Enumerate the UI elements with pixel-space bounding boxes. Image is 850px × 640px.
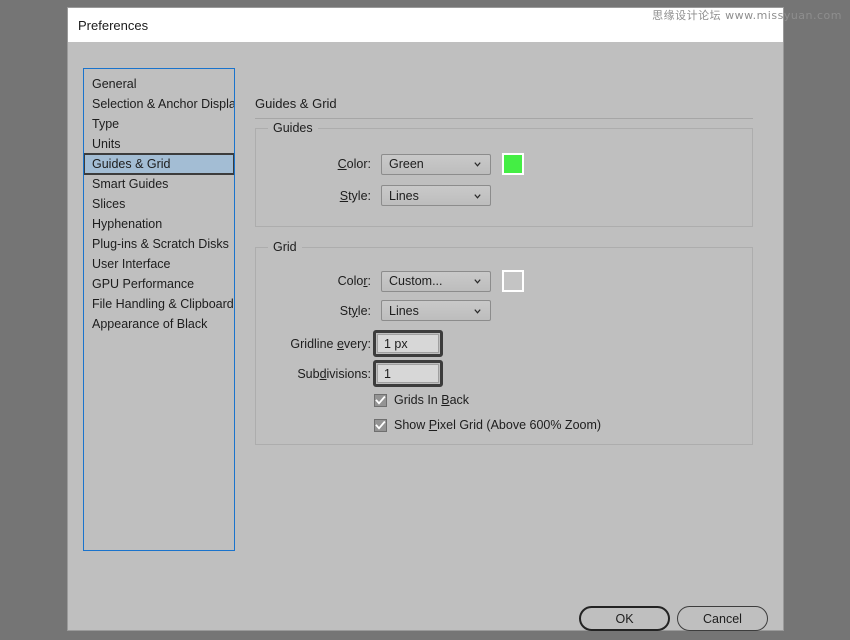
gridline-every-row: Gridline every: 1 px (265, 330, 443, 357)
guides-color-label: Color: (279, 157, 371, 171)
sidebar-item-general[interactable]: General (84, 74, 234, 94)
check-icon (375, 420, 386, 431)
site-watermark: 思缘设计论坛 www.missyuan.com (652, 7, 842, 23)
guides-style-value: Lines (389, 189, 419, 203)
chevron-down-icon (473, 306, 482, 315)
show-pixel-grid-label: Show Pixel Grid (Above 600% Zoom) (394, 418, 601, 432)
guides-color-swatch[interactable] (502, 153, 524, 175)
subdivisions-input[interactable]: 1 (377, 364, 439, 383)
sidebar-item-gpu-performance[interactable]: GPU Performance (84, 274, 234, 294)
guides-style-label: Style: (279, 189, 371, 203)
grid-group-legend: Grid (268, 240, 302, 254)
guides-group: Guides Color: Green Style (255, 128, 753, 227)
grids-in-back-checkbox-row[interactable]: Grids In Back (374, 393, 469, 407)
chevron-down-icon (473, 277, 482, 286)
sidebar-item-type[interactable]: Type (84, 114, 234, 134)
subdivisions-input-wrapper: 1 (373, 360, 443, 387)
sidebar-item-guides-grid[interactable]: Guides & Grid (84, 154, 234, 174)
gridline-every-label: Gridline every: (265, 337, 371, 351)
preferences-category-list[interactable]: General Selection & Anchor Display Type … (83, 68, 235, 551)
guides-color-value: Green (389, 157, 424, 171)
sidebar-item-slices[interactable]: Slices (84, 194, 234, 214)
show-pixel-grid-checkbox-row[interactable]: Show Pixel Grid (Above 600% Zoom) (374, 418, 601, 432)
subdivisions-label: Subdivisions: (265, 367, 371, 381)
title-divider (255, 118, 753, 119)
gridline-every-input[interactable]: 1 px (377, 334, 439, 353)
guides-color-select[interactable]: Green (381, 154, 491, 175)
grid-group: Grid Color: Custom... Sty (255, 247, 753, 445)
grid-color-swatch[interactable] (502, 270, 524, 292)
grid-color-label: Color: (279, 274, 371, 288)
show-pixel-grid-checkbox[interactable] (374, 419, 387, 432)
gridline-every-input-wrapper: 1 px (373, 330, 443, 357)
guides-color-row: Color: Green (279, 153, 524, 175)
chevron-down-icon (473, 191, 482, 200)
guides-style-select[interactable]: Lines (381, 185, 491, 206)
dialog-title: Preferences (78, 18, 148, 33)
subdivisions-row: Subdivisions: 1 (265, 360, 443, 387)
grid-style-value: Lines (389, 304, 419, 318)
guides-style-row: Style: Lines (279, 185, 491, 206)
preferences-dialog: Preferences General Selection & Anchor D… (68, 8, 783, 630)
ok-button[interactable]: OK (579, 606, 670, 631)
grid-color-row: Color: Custom... (279, 270, 524, 292)
sidebar-item-user-interface[interactable]: User Interface (84, 254, 234, 274)
sidebar-item-hyphenation[interactable]: Hyphenation (84, 214, 234, 234)
cancel-button[interactable]: Cancel (677, 606, 768, 631)
grid-style-row: Style: Lines (279, 300, 491, 321)
sidebar-item-units[interactable]: Units (84, 134, 234, 154)
page-title: Guides & Grid (255, 96, 337, 111)
grids-in-back-label: Grids In Back (394, 393, 469, 407)
grid-color-value: Custom... (389, 274, 443, 288)
sidebar-item-file-handling-clipboard[interactable]: File Handling & Clipboard (84, 294, 234, 314)
grids-in-back-checkbox[interactable] (374, 394, 387, 407)
check-icon (375, 395, 386, 406)
grid-style-label: Style: (279, 304, 371, 318)
grid-style-select[interactable]: Lines (381, 300, 491, 321)
sidebar-item-selection-anchor-display[interactable]: Selection & Anchor Display (84, 94, 234, 114)
sidebar-item-plugins-scratch-disks[interactable]: Plug-ins & Scratch Disks (84, 234, 234, 254)
sidebar-item-appearance-of-black[interactable]: Appearance of Black (84, 314, 234, 334)
sidebar-item-smart-guides[interactable]: Smart Guides (84, 174, 234, 194)
dialog-body: General Selection & Anchor Display Type … (68, 42, 783, 630)
grid-color-select[interactable]: Custom... (381, 271, 491, 292)
guides-group-legend: Guides (268, 121, 318, 135)
chevron-down-icon (473, 160, 482, 169)
